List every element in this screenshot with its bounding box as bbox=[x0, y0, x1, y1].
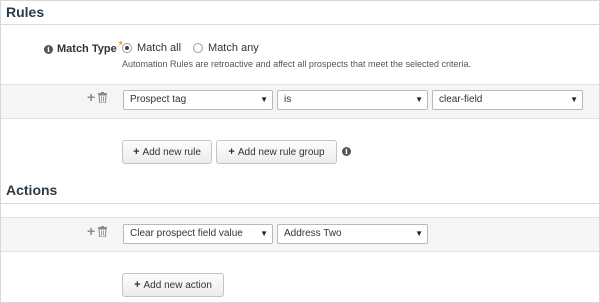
info-icon: i bbox=[44, 44, 53, 54]
caret-down-icon: ▼ bbox=[260, 229, 268, 238]
add-new-action-label: Add new action bbox=[143, 279, 212, 291]
match-any-option[interactable]: Match any bbox=[193, 42, 259, 54]
rule-value-value: clear-field bbox=[439, 94, 483, 105]
trash-icon[interactable] bbox=[98, 225, 108, 237]
retroactive-hint: Automation Rules are retroactive and aff… bbox=[122, 59, 472, 69]
trash-icon[interactable] bbox=[98, 91, 108, 103]
actions-title: Actions bbox=[6, 182, 58, 198]
caret-down-icon: ▼ bbox=[415, 95, 423, 104]
action-type-select[interactable]: Clear prospect field value ▼ bbox=[123, 224, 273, 244]
match-all-radio[interactable] bbox=[122, 43, 132, 53]
match-all-label: Match all bbox=[137, 42, 182, 54]
plus-icon[interactable]: + bbox=[87, 90, 95, 104]
add-new-action-button[interactable]: + Add new action bbox=[122, 273, 224, 297]
plus-icon[interactable]: + bbox=[87, 224, 95, 238]
action-type-value: Clear prospect field value bbox=[130, 228, 243, 239]
rules-title: Rules bbox=[6, 4, 45, 20]
rules-divider bbox=[1, 24, 599, 25]
caret-down-icon: ▼ bbox=[260, 95, 268, 104]
caret-down-icon: ▼ bbox=[570, 95, 578, 104]
plus-icon: + bbox=[133, 146, 140, 158]
rule-field-select[interactable]: Prospect tag ▼ bbox=[123, 90, 273, 110]
actions-divider bbox=[1, 203, 599, 204]
match-any-radio[interactable] bbox=[193, 43, 204, 53]
match-any-label: Match any bbox=[208, 42, 259, 54]
match-type-label: i Match Type * bbox=[44, 40, 123, 55]
action-row-controls: + bbox=[87, 224, 108, 238]
caret-down-icon: ▼ bbox=[415, 229, 423, 238]
match-type-options: Match all Match any bbox=[122, 42, 265, 54]
action-field-value: Address Two bbox=[284, 228, 342, 239]
match-type-text: Match Type bbox=[57, 43, 117, 55]
match-all-option[interactable]: Match all bbox=[122, 42, 181, 54]
rule-operator-select[interactable]: is ▼ bbox=[277, 90, 428, 110]
add-new-rule-group-label: Add new rule group bbox=[237, 146, 325, 158]
info-icon[interactable]: i bbox=[342, 147, 351, 156]
add-new-rule-button[interactable]: + Add new rule bbox=[122, 140, 212, 164]
rule-value-select[interactable]: clear-field ▼ bbox=[432, 90, 583, 110]
rule-operator-value: is bbox=[284, 94, 292, 105]
add-new-rule-label: Add new rule bbox=[142, 146, 201, 158]
action-field-select[interactable]: Address Two ▼ bbox=[277, 224, 428, 244]
rule-field-value: Prospect tag bbox=[130, 94, 187, 105]
rule-row-controls: + bbox=[87, 90, 108, 104]
plus-icon: + bbox=[228, 146, 235, 158]
add-new-rule-group-button[interactable]: + Add new rule group bbox=[216, 140, 337, 164]
plus-icon: + bbox=[134, 279, 141, 291]
